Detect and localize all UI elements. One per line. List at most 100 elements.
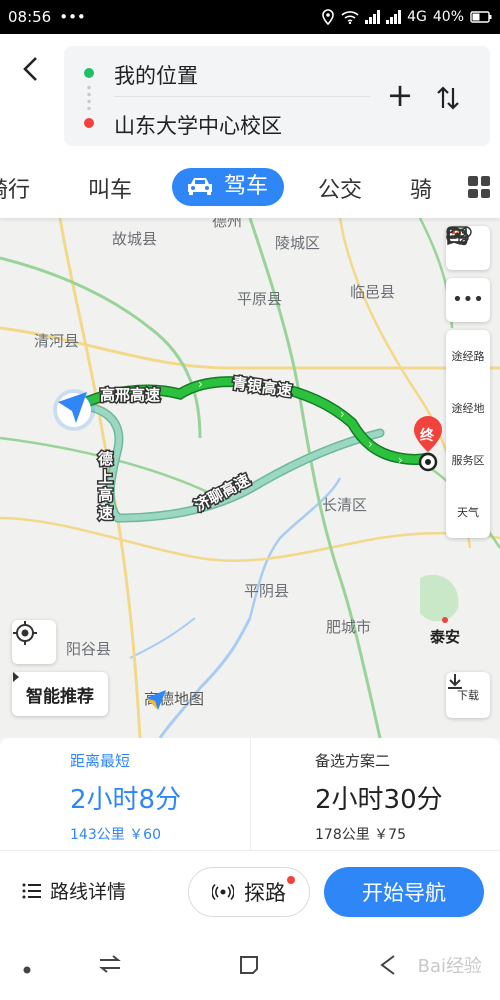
- place-label-linyi: 临邑县: [350, 283, 396, 301]
- signal-icon-2: [386, 10, 402, 24]
- smart-recommend-label: 智能推荐: [26, 686, 94, 707]
- brand-logo: 高德地图: [144, 688, 204, 710]
- route-option-label: 距离最短: [70, 752, 131, 770]
- list-icon: [22, 883, 41, 898]
- place-label-gucheng: 故城县: [112, 230, 158, 248]
- watermark-text: Bai经验: [417, 956, 482, 977]
- notification-dot: [287, 876, 295, 884]
- system-navigation-bar: Bai经验: [0, 934, 500, 1000]
- add-waypoint-button[interactable]: +: [386, 79, 414, 111]
- wifi-icon: [341, 11, 359, 24]
- start-navigation-button[interactable]: 开始导航: [324, 867, 484, 917]
- route-input-box: 我的位置 山东大学中心校区 +: [64, 46, 490, 146]
- weather-label: 天气: [457, 506, 479, 519]
- nav-dot-icon[interactable]: [22, 956, 32, 981]
- cloud-icon: [446, 228, 469, 243]
- action-bar: 路线详情 探路 开始导航: [0, 850, 500, 934]
- waypoint-route-label: 途经路: [451, 350, 485, 363]
- waypoint-place-button[interactable]: 途经地: [446, 226, 490, 434]
- swap-icon: [437, 86, 459, 110]
- more-modes-icon[interactable]: [468, 176, 490, 198]
- park-area: [420, 574, 459, 622]
- caret-right-icon: [13, 672, 19, 682]
- map-view[interactable]: › › › › 高邢高速 青银高速 济聊高速 德上高速 德州 故城县 陵城区 平…: [0, 218, 500, 738]
- tab-taxi[interactable]: 叫车: [88, 172, 132, 204]
- radar-icon: [212, 883, 234, 901]
- map-tools: ••• 途经路 途经地 服务区 天气: [446, 226, 490, 538]
- origin-divider: [114, 96, 370, 97]
- nav-switch-icon[interactable]: [98, 954, 122, 980]
- route-option-alternate[interactable]: 备选方案二 2小时30分 178公里 ￥75: [250, 738, 500, 850]
- waypoint-route-button[interactable]: 途经路: [446, 226, 490, 382]
- place-label-qinghe: 清河县: [34, 332, 80, 350]
- amap-logo-icon: [146, 690, 166, 710]
- route-details-button[interactable]: 路线详情: [22, 877, 126, 904]
- service-area-label: 服务区: [451, 454, 485, 467]
- smart-recommend-button[interactable]: 智能推荐: [12, 672, 108, 716]
- river: [158, 617, 252, 738]
- place-label-yanggu: 阳谷县: [66, 640, 112, 658]
- route-arrow-4: ›: [398, 453, 403, 467]
- destination-field[interactable]: 山东大学中心校区: [114, 110, 282, 140]
- tab-bus[interactable]: 公交: [318, 172, 362, 204]
- more-horizontal-icon: •••: [452, 289, 484, 310]
- provincial-road-3: [0, 516, 500, 562]
- download-button[interactable]: 下载: [446, 672, 490, 718]
- route-option-meta: 143公里 ￥60: [70, 827, 161, 843]
- origin-field[interactable]: 我的位置: [114, 60, 198, 90]
- location-icon: [322, 9, 334, 25]
- river-3: [129, 617, 196, 659]
- explore-route-button[interactable]: 探路: [188, 867, 310, 917]
- place-label-lingcheng: 陵城区: [275, 234, 321, 252]
- nav-back-icon[interactable]: [378, 954, 398, 982]
- weather-button[interactable]: 天气: [446, 228, 490, 538]
- road-label-deshang: 德上高速: [97, 449, 115, 524]
- battery-level: 40%: [432, 9, 464, 25]
- swap-route-button[interactable]: [434, 84, 462, 112]
- route-header: 我的位置 山东大学中心校区 +: [0, 34, 500, 158]
- road-label-gaoxing: 高邢高速: [98, 385, 161, 406]
- place-label-dezhou: 德州: [212, 218, 243, 230]
- status-bar: 08:56 ••• 4G 40%: [0, 0, 500, 34]
- tab-cycling-partial[interactable]: 骑行: [0, 172, 30, 204]
- waypoint-place-label: 途经地: [451, 402, 485, 415]
- tool-group: 途经路 途经地 服务区 天气: [446, 226, 490, 538]
- more-tools-button[interactable]: •••: [446, 278, 490, 322]
- place-label-pingyin: 平阴县: [244, 582, 290, 600]
- route-details-label: 路线详情: [50, 881, 127, 903]
- place-label-pingyuan: 平原县: [237, 290, 283, 308]
- battery-icon: [470, 11, 492, 23]
- place-label-feicheng: 肥城市: [326, 618, 372, 636]
- back-button[interactable]: [14, 52, 48, 86]
- route-option-label-2: 备选方案二: [315, 752, 391, 770]
- poi-dot-icon: [442, 617, 448, 623]
- destination-marker-label: 终: [420, 428, 434, 444]
- chevron-left-icon: [23, 57, 37, 81]
- place-label-changqing: 长清区: [322, 496, 368, 514]
- tab-driving[interactable]: 驾车: [172, 168, 285, 206]
- status-time: 08:56: [8, 8, 52, 26]
- route-arrow: ›: [198, 377, 203, 391]
- crosshair-icon: [13, 621, 37, 645]
- route-arrow-3: ›: [368, 437, 373, 451]
- service-area-button[interactable]: 服务区: [446, 227, 490, 486]
- route-option-time: 2小时8分: [70, 785, 182, 815]
- download-icon: [448, 674, 462, 689]
- route-option-meta-2: 178公里 ￥75: [315, 827, 406, 843]
- explore-label: 探路: [244, 881, 286, 905]
- place-label-taian: 泰安: [430, 628, 461, 646]
- route-connector: [87, 84, 91, 110]
- route-option-shortest[interactable]: 距离最短 2小时8分 143公里 ￥60: [0, 738, 250, 850]
- origin-dot-icon: [84, 68, 94, 78]
- route-option-time-2: 2小时30分: [315, 785, 443, 815]
- transport-tabs: 骑行 叫车 驾车 公交 骑: [0, 158, 500, 218]
- route-arrow-2: ›: [340, 407, 345, 421]
- route-options-panel: 距离最短 2小时8分 143公里 ￥60 备选方案二 2小时30分 178公里 …: [0, 738, 500, 850]
- network-type: 4G: [407, 9, 427, 25]
- tab-riding[interactable]: 骑: [410, 172, 432, 204]
- locate-button[interactable]: [12, 620, 56, 664]
- status-more-icon: •••: [59, 8, 86, 26]
- nav-home-icon[interactable]: [238, 954, 260, 982]
- destination-core: [425, 459, 431, 465]
- car-icon: [188, 178, 212, 195]
